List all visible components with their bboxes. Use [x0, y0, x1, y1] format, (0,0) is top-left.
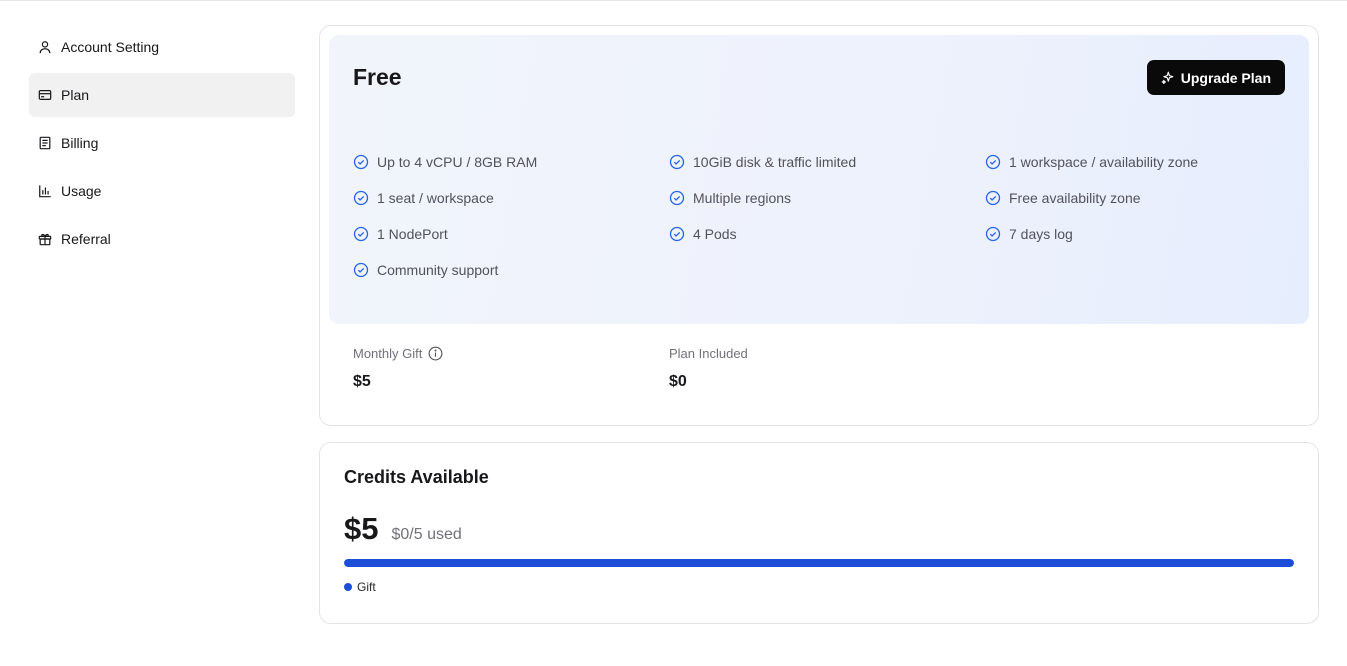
sidebar-item-label: Referral	[61, 231, 111, 247]
feature-item: 7 days log	[985, 224, 1293, 244]
plan-hero: Free Upgrade Plan Up to 4 vCPU / 8GB RAM…	[329, 35, 1309, 324]
credits-legend: Gift	[344, 580, 376, 594]
feature-label: Up to 4 vCPU / 8GB RAM	[377, 154, 538, 170]
gift-legend-dot	[344, 583, 352, 591]
plan-name: Free	[353, 64, 402, 90]
feature-item: 1 seat / workspace	[353, 188, 669, 208]
credits-progress-bar	[344, 559, 1294, 567]
check-circle-icon	[669, 190, 685, 206]
feature-label: 1 workspace / availability zone	[1009, 154, 1199, 170]
user-icon	[38, 40, 52, 54]
credits-used-text: $0/5 used	[391, 526, 462, 543]
settings-sidebar: Account Setting Plan Billing Usage Refer…	[29, 25, 295, 265]
sidebar-item-billing[interactable]: Billing	[29, 121, 295, 165]
feature-label: Free availability zone	[1009, 190, 1141, 206]
sparkle-icon	[1161, 71, 1174, 84]
credits-progress-fill	[344, 559, 1294, 567]
plan-card: Free Upgrade Plan Up to 4 vCPU / 8GB RAM…	[319, 25, 1319, 426]
monthly-gift-value: $5	[353, 373, 371, 390]
sidebar-item-label: Account Setting	[61, 39, 160, 55]
feature-label: 7 days log	[1009, 226, 1073, 242]
check-circle-icon	[985, 154, 1001, 170]
feature-item: 10GiB disk & traffic limited	[669, 152, 985, 172]
sidebar-item-usage[interactable]: Usage	[29, 169, 295, 213]
upgrade-plan-label: Upgrade Plan	[1180, 69, 1271, 86]
sidebar-item-label: Usage	[61, 183, 102, 199]
credit-card-icon	[38, 88, 52, 102]
check-circle-icon	[669, 154, 685, 170]
check-circle-icon	[353, 226, 369, 242]
monthly-gift-label: Monthly Gift	[353, 346, 423, 361]
feature-item: Multiple regions	[669, 188, 985, 208]
check-circle-icon	[353, 154, 369, 170]
feature-item: Community support	[353, 260, 669, 280]
upgrade-plan-button[interactable]: Upgrade Plan	[1146, 60, 1285, 95]
sidebar-item-label: Billing	[61, 135, 99, 151]
feature-label: 1 NodePort	[377, 226, 448, 242]
feature-label: Multiple regions	[693, 190, 792, 206]
bar-chart-icon	[38, 184, 52, 198]
monthly-gift-stat: Monthly Gift $5	[353, 346, 443, 391]
check-circle-icon	[985, 226, 1001, 242]
feature-item: Free availability zone	[985, 188, 1293, 208]
check-circle-icon	[669, 226, 685, 242]
plan-included-value: $0	[669, 373, 687, 390]
feature-item: Up to 4 vCPU / 8GB RAM	[353, 152, 669, 172]
credits-amount: $5	[344, 511, 379, 546]
gift-legend-label: Gift	[357, 580, 376, 594]
feature-item: 1 workspace / availability zone	[985, 152, 1293, 172]
plan-included-stat: Plan Included $0	[669, 346, 748, 391]
credits-title: Credits Available	[344, 467, 489, 487]
sidebar-item-plan[interactable]: Plan	[29, 73, 295, 117]
plan-included-label: Plan Included	[669, 346, 748, 361]
feature-item: 1 NodePort	[353, 224, 669, 244]
sidebar-item-label: Plan	[61, 87, 90, 103]
info-icon[interactable]	[428, 346, 443, 361]
check-circle-icon	[353, 262, 369, 278]
feature-item: 4 Pods	[669, 224, 985, 244]
feature-label: 10GiB disk & traffic limited	[693, 154, 857, 170]
credits-card: Credits Available $5 $0/5 used Gift	[319, 442, 1319, 624]
monthly-gift-label-row: Monthly Gift	[353, 346, 443, 361]
check-circle-icon	[985, 190, 1001, 206]
check-circle-icon	[353, 190, 369, 206]
sidebar-item-account-setting[interactable]: Account Setting	[29, 25, 295, 69]
top-divider	[0, 0, 1347, 1]
feature-label: 4 Pods	[693, 226, 737, 242]
feature-label: 1 seat / workspace	[377, 190, 494, 206]
credits-amount-row: $5 $0/5 used	[344, 511, 462, 547]
plan-included-label-row: Plan Included	[669, 346, 748, 361]
receipt-icon	[38, 136, 52, 150]
gift-icon	[38, 232, 52, 246]
feature-list: Up to 4 vCPU / 8GB RAM 10GiB disk & traf…	[353, 152, 1293, 280]
sidebar-item-referral[interactable]: Referral	[29, 217, 295, 261]
feature-label: Community support	[377, 262, 499, 278]
